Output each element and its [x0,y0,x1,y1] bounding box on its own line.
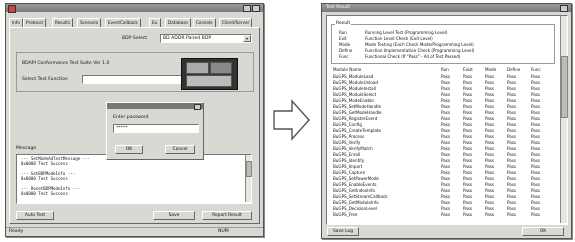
table-row: BuGPS_Free Pass Pass Pass Pass Pass [333,212,553,218]
chevron-down-icon[interactable]: ▾ [243,35,251,42]
left-window: Info Protocol Results Scenario EventCall… [5,3,264,237]
message-line: 0x0000 Test Success [21,161,68,166]
bdp-select-dropdown[interactable]: BD ADDR Paired BDP ▾ [160,34,252,43]
password-prompt: Enter password [113,115,149,120]
result-panel: Result Run Running Level Test (Programmi… [326,15,568,225]
transition-arrow-icon [273,99,310,141]
status-text: Ready [9,229,24,234]
result-scrollbar[interactable] [560,16,568,223]
left-title-bar [6,4,263,13]
suite-title: BDAPI Conformance Test Suite Ver 1.0 [22,61,110,66]
save-log-button[interactable]: Save Log [327,227,359,236]
col-define: Define [507,67,521,72]
row-exist: Pass [463,212,473,217]
ok-button[interactable]: OK [522,227,564,236]
dialog-ok-button[interactable]: OK [115,145,143,154]
right-window-title: Test Result [326,5,351,10]
col-exist: Exist [463,67,473,72]
status-num: NUM [218,229,229,234]
col-run: Run [441,67,449,72]
right-title-bar: Test Result [322,4,571,12]
result-label: Result [335,21,352,26]
select-test-label: Select Test Function [22,77,68,82]
bdp-select-value: BD ADDR Paired BDP [163,36,212,41]
row-mode: Pass [485,212,495,217]
close-icon[interactable] [560,5,568,12]
dialog-cancel-button[interactable]: Cancel [165,145,195,154]
status-bar: Ready NUM [6,227,263,236]
col-module-name: Module Name [333,67,362,72]
table-header: Module Name Run Exist Mode Define Func [333,67,553,73]
message-list: --- SetModeAdTestMessage --- 0x0000 Test… [16,154,252,204]
message-line: 0x0000 Test Success [21,176,68,181]
maximize-icon[interactable] [243,5,251,12]
password-input[interactable]: ***** [113,124,199,133]
right-window: Test Result Result Run Running Level Tes… [321,3,572,239]
row-module-name: BuGPS_Free [333,212,358,217]
row-define: Pass [507,212,517,217]
bdp-select-label: BDP Select [122,36,148,41]
col-mode: Mode [485,67,497,72]
legend-desc: Functional Check (If "Pass" - All of Tes… [365,54,461,59]
select-test-dropdown[interactable] [82,75,182,84]
report-result-button[interactable]: Report Result [202,211,252,220]
app-icon [8,5,16,13]
col-func: Func [531,67,541,72]
password-dialog: Enter password ***** OK Cancel [106,102,204,160]
save-button[interactable]: Save [153,211,195,220]
legend-code: Func [339,54,349,59]
message-scrollbar[interactable] [245,155,252,202]
tab-strip: Info Protocol Results Scenario EventCall… [9,18,259,28]
auto-test-button[interactable]: Auto Test [16,211,54,220]
row-run: Pass [441,212,451,217]
dialog-title-bar [107,103,203,110]
close-icon[interactable] [252,5,260,12]
password-value: ***** [116,126,128,131]
dialog-close-icon[interactable] [194,104,201,110]
message-line: 0x0000 Test Success [21,191,68,196]
row-func: Pass [531,212,541,217]
message-label: Message [16,146,37,151]
device-graphic [181,58,238,90]
